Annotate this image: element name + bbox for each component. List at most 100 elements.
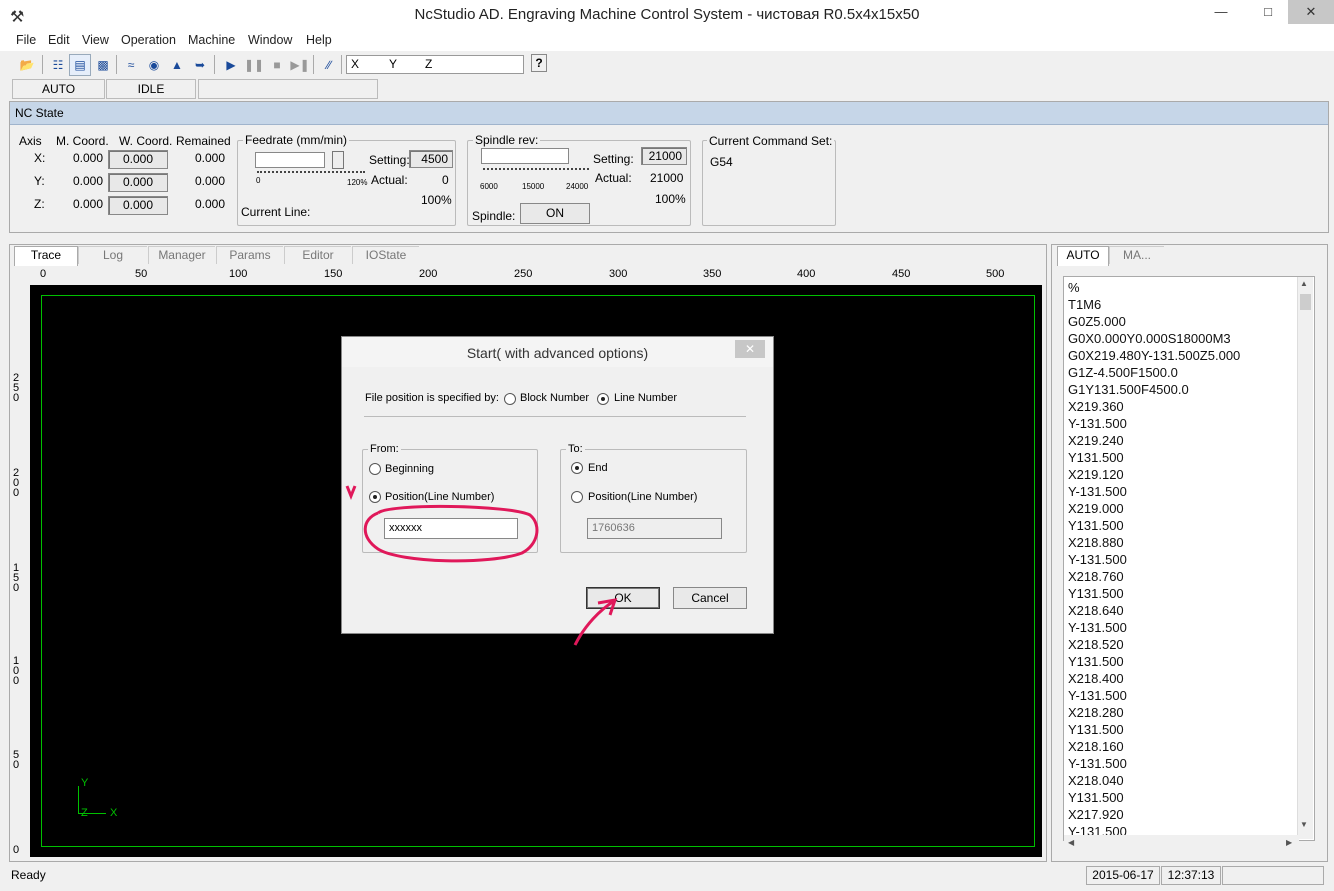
spindle-on-button[interactable]: ON xyxy=(520,203,590,224)
axis-x-wcoord[interactable]: 0.000 xyxy=(108,150,168,169)
status-text: Ready xyxy=(11,868,46,882)
gcode-line[interactable]: X219.360 xyxy=(1068,398,1124,415)
gcode-line[interactable]: Y-131.500 xyxy=(1068,483,1127,500)
tab-manager[interactable]: Manager xyxy=(148,246,215,264)
help-icon[interactable]: ? xyxy=(531,54,547,72)
edit-tool-icon[interactable]: ∕∕ xyxy=(318,54,340,76)
pause-icon[interactable]: ❚❚ xyxy=(243,54,265,76)
tab-params[interactable]: Params xyxy=(216,246,283,264)
spindle-scale-max: 24000 xyxy=(566,182,589,191)
gcode-line[interactable]: Y131.500 xyxy=(1068,653,1124,670)
stop-icon[interactable]: ■ xyxy=(266,54,288,76)
gcode-line[interactable]: Y-131.500 xyxy=(1068,755,1127,772)
close-file-icon[interactable]: ☷ xyxy=(47,54,69,76)
tab-auto[interactable]: AUTO xyxy=(1057,246,1109,266)
feedrate-setting-value[interactable]: 4500 xyxy=(409,150,453,168)
simulate-icon[interactable]: ▩ xyxy=(92,54,114,76)
menu-help[interactable]: Help xyxy=(306,33,332,47)
close-button[interactable]: ✕ xyxy=(1288,0,1334,24)
gcode-line[interactable]: X218.040 xyxy=(1068,772,1124,789)
gcode-line[interactable]: X218.520 xyxy=(1068,636,1124,653)
gcode-line[interactable]: T1M6 xyxy=(1068,296,1101,313)
gcode-line[interactable]: X219.240 xyxy=(1068,432,1124,449)
tab-trace[interactable]: Trace xyxy=(14,246,78,266)
x-label: X xyxy=(351,57,360,71)
feedrate-slider-track[interactable] xyxy=(255,152,325,168)
scroll-right-icon[interactable]: ▶ xyxy=(1286,838,1292,847)
gcode-line[interactable]: X218.160 xyxy=(1068,738,1124,755)
menu-file[interactable]: File xyxy=(16,33,36,47)
gcode-line[interactable]: Y131.500 xyxy=(1068,721,1124,738)
tab-log[interactable]: Log xyxy=(78,246,147,264)
gcode-list[interactable]: % T1M6 G0Z5.000 G0X0.000Y0.000S18000M3 G0X21… xyxy=(1063,276,1315,841)
gcode-line[interactable]: X217.920 xyxy=(1068,806,1124,823)
gcode-line[interactable]: Y131.500 xyxy=(1068,789,1124,806)
axis-z-wcoord[interactable]: 0.000 xyxy=(108,196,168,215)
minimize-button[interactable]: — xyxy=(1199,0,1243,24)
gcode-line[interactable]: G1Z-4.500F1500.0 xyxy=(1068,364,1178,381)
scroll-down-icon[interactable]: ▼ xyxy=(1300,820,1308,829)
gcode-vertical-scrollbar[interactable]: ▲ ▼ xyxy=(1297,277,1313,839)
left-ruler-label: 200 xyxy=(12,467,20,499)
gcode-line[interactable]: G0Z5.000 xyxy=(1068,313,1126,330)
gcode-line[interactable]: X218.880 xyxy=(1068,534,1124,551)
gcode-line[interactable]: X218.400 xyxy=(1068,670,1124,687)
spindle-slider-track[interactable] xyxy=(481,148,569,164)
spindle-setting-value[interactable]: 21000 xyxy=(641,147,687,165)
gcode-line[interactable]: G1Y131.500F4500.0 xyxy=(1068,381,1189,398)
end-radio[interactable] xyxy=(571,462,583,474)
gcode-line[interactable]: G0X219.480Y-131.500Z5.000 xyxy=(1068,347,1240,364)
maximize-button[interactable]: □ xyxy=(1246,0,1290,24)
tab-iostate[interactable]: IOState xyxy=(352,246,419,264)
play-icon[interactable]: ▶ xyxy=(220,54,242,76)
machine-home-icon[interactable]: ▲ xyxy=(166,54,188,76)
block-number-radio[interactable] xyxy=(504,393,516,405)
state-indicator: IDLE xyxy=(106,79,196,99)
signal-icon[interactable]: ≈ xyxy=(120,54,142,76)
gcode-line[interactable]: X219.000 xyxy=(1068,500,1124,517)
gcode-line[interactable]: Y131.500 xyxy=(1068,585,1124,602)
tab-editor[interactable]: Editor xyxy=(284,246,351,264)
gcode-line[interactable]: Y-131.500 xyxy=(1068,687,1127,704)
gcode-line[interactable]: G0X0.000Y0.000S18000M3 xyxy=(1068,330,1231,347)
broadcast-icon[interactable]: ◉ xyxy=(143,54,165,76)
menu-window[interactable]: Window xyxy=(248,33,292,47)
gcode-line[interactable]: X218.760 xyxy=(1068,568,1124,585)
gcode-line[interactable]: Y131.500 xyxy=(1068,517,1124,534)
menu-operation[interactable]: Operation xyxy=(121,33,176,47)
dialog-close-button[interactable]: ✕ xyxy=(735,340,765,358)
axis-y-wcoord[interactable]: 0.000 xyxy=(108,173,168,192)
beginning-radio[interactable] xyxy=(369,463,381,475)
feedrate-scale-min: 0 xyxy=(256,176,261,185)
nc-state-header: NC State xyxy=(10,102,1328,125)
spindle-scale-mid: 15000 xyxy=(522,182,545,191)
cancel-button[interactable]: Cancel xyxy=(673,587,747,609)
nc-state-title: NC State xyxy=(15,106,64,120)
menu-edit[interactable]: Edit xyxy=(48,33,70,47)
menu-machine[interactable]: Machine xyxy=(188,33,235,47)
gcode-line[interactable]: X219.120 xyxy=(1068,466,1124,483)
feedrate-slider-thumb[interactable] xyxy=(332,151,344,169)
gcode-line[interactable]: X218.280 xyxy=(1068,704,1124,721)
step-icon[interactable]: ▶❚ xyxy=(289,54,311,76)
gcode-line[interactable]: Y-131.500 xyxy=(1068,619,1127,636)
gcode-line[interactable]: Y131.500 xyxy=(1068,449,1124,466)
gcode-line[interactable]: Y-131.500 xyxy=(1068,415,1127,432)
gcode-horizontal-scrollbar[interactable]: ◀ ▶ xyxy=(1064,835,1299,852)
ruler-tick: 250 xyxy=(514,268,533,280)
scroll-up-icon[interactable]: ▲ xyxy=(1300,279,1308,288)
menu-view[interactable]: View xyxy=(82,33,109,47)
spindle-scale-min: 6000 xyxy=(480,182,498,191)
program-view-icon[interactable]: ▤ xyxy=(69,54,91,76)
line-number-radio[interactable] xyxy=(597,393,609,405)
tab-ma[interactable]: MA... xyxy=(1109,246,1164,264)
scroll-left-icon[interactable]: ◀ xyxy=(1068,838,1074,847)
gcode-line[interactable]: % xyxy=(1068,279,1080,296)
gcode-line[interactable]: Y-131.500 xyxy=(1068,551,1127,568)
scroll-thumb[interactable] xyxy=(1300,294,1311,310)
remained-header: Remained xyxy=(176,134,231,148)
go-to-icon[interactable]: ➥ xyxy=(189,54,211,76)
open-file-icon[interactable]: 📂 xyxy=(16,54,38,76)
end-label: End xyxy=(588,462,608,474)
gcode-line[interactable]: X218.640 xyxy=(1068,602,1124,619)
